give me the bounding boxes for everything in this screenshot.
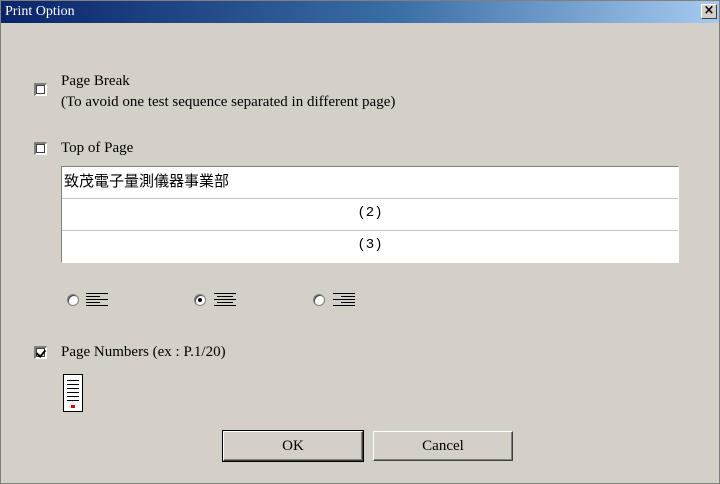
align-center-radio[interactable] bbox=[194, 294, 206, 306]
close-icon[interactable]: × bbox=[701, 4, 717, 19]
print-option-dialog: Print Option × Page Break (To avoid one … bbox=[0, 0, 720, 484]
header-lines-box: 致茂電子量測儀器事業部 (2) (3) bbox=[61, 166, 679, 263]
cancel-button[interactable]: Cancel bbox=[373, 431, 513, 461]
ok-button[interactable]: OK bbox=[222, 430, 364, 462]
align-center-icon bbox=[214, 293, 238, 307]
title-bar: Print Option × bbox=[1, 1, 719, 23]
top-of-page-checkbox[interactable] bbox=[34, 142, 47, 155]
align-right-icon bbox=[333, 293, 357, 307]
page-break-checkbox[interactable] bbox=[34, 83, 47, 96]
align-right-radio[interactable] bbox=[313, 294, 325, 306]
page-numbers-checkbox[interactable] bbox=[34, 346, 47, 359]
page-numbers-label[interactable]: Page Numbers (ex : P.1/20) bbox=[61, 343, 226, 361]
align-left-icon bbox=[86, 293, 110, 307]
header-line-3[interactable]: (3) bbox=[62, 231, 678, 263]
header-line-2[interactable]: (2) bbox=[62, 199, 678, 231]
page-break-note: (To avoid one test sequence separated in… bbox=[61, 94, 396, 110]
window-title: Print Option bbox=[5, 4, 75, 19]
align-left-radio[interactable] bbox=[67, 294, 79, 306]
page-number-preview-icon bbox=[63, 374, 83, 412]
header-line-1[interactable]: 致茂電子量測儀器事業部 bbox=[62, 167, 678, 199]
top-of-page-label[interactable]: Top of Page bbox=[61, 139, 133, 157]
page-break-label[interactable]: Page Break bbox=[61, 72, 130, 90]
